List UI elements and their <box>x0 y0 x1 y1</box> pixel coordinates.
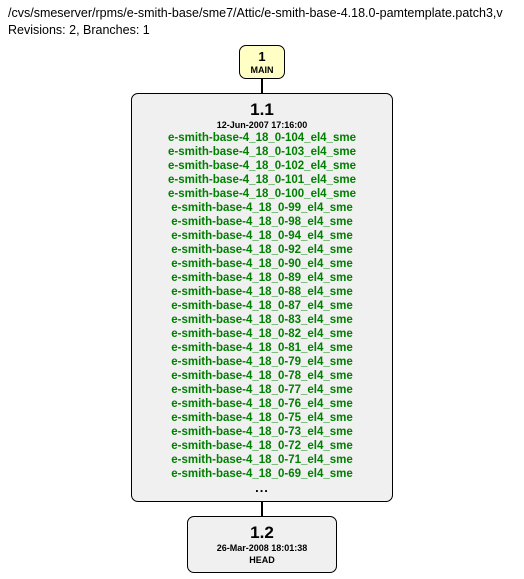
revision-date: 12-Jun-2007 17:16:00 <box>142 120 382 131</box>
revision-1.1-node[interactable]: 1.1 12-Jun-2007 17:16:00 e-smith-base-4_… <box>131 93 393 502</box>
revision-tag: e-smith-base-4_18_0-81_el4_sme <box>142 341 382 355</box>
revision-version: 1.1 <box>142 101 382 119</box>
revision-tag: e-smith-base-4_18_0-72_el4_sme <box>142 439 382 453</box>
revision-tag: e-smith-base-4_18_0-102_el4_sme <box>142 159 382 173</box>
revision-tag: e-smith-base-4_18_0-75_el4_sme <box>142 411 382 425</box>
branch-number: 1 <box>240 50 284 64</box>
branch-label: MAIN <box>240 65 284 75</box>
revision-tag: e-smith-base-4_18_0-73_el4_sme <box>142 425 382 439</box>
file-path: /cvs/smeserver/rpms/e-smith-base/sme7/At… <box>8 6 516 20</box>
connector-line <box>261 79 263 93</box>
revision-version: 1.2 <box>198 524 326 542</box>
revision-tag: e-smith-base-4_18_0-83_el4_sme <box>142 313 382 327</box>
revision-tag: e-smith-base-4_18_0-98_el4_sme <box>142 215 382 229</box>
revision-tag: e-smith-base-4_18_0-92_el4_sme <box>142 243 382 257</box>
revision-1.2-node[interactable]: 1.2 26-Mar-2008 18:01:38 HEAD <box>187 516 337 573</box>
revision-tag: e-smith-base-4_18_0-94_el4_sme <box>142 229 382 243</box>
revision-tag: e-smith-base-4_18_0-77_el4_sme <box>142 383 382 397</box>
revision-tag: e-smith-base-4_18_0-90_el4_sme <box>142 257 382 271</box>
tags-ellipsis: ... <box>142 481 382 495</box>
revision-tag: e-smith-base-4_18_0-69_el4_sme <box>142 467 382 481</box>
revision-tag: e-smith-base-4_18_0-82_el4_sme <box>142 327 382 341</box>
revision-tag: e-smith-base-4_18_0-88_el4_sme <box>142 285 382 299</box>
revision-tag: e-smith-base-4_18_0-103_el4_sme <box>142 145 382 159</box>
revision-tag: e-smith-base-4_18_0-100_el4_sme <box>142 187 382 201</box>
revision-tag: e-smith-base-4_18_0-76_el4_sme <box>142 397 382 411</box>
revision-tag: e-smith-base-4_18_0-79_el4_sme <box>142 355 382 369</box>
revision-date: 26-Mar-2008 18:01:38 <box>198 543 326 554</box>
revision-tag: e-smith-base-4_18_0-71_el4_sme <box>142 453 382 467</box>
revision-tag: e-smith-base-4_18_0-101_el4_sme <box>142 173 382 187</box>
revision-tag: e-smith-base-4_18_0-87_el4_sme <box>142 299 382 313</box>
revision-tag: e-smith-base-4_18_0-78_el4_sme <box>142 369 382 383</box>
revisions-info: Revisions: 2, Branches: 1 <box>8 23 516 37</box>
revision-tag: e-smith-base-4_18_0-89_el4_sme <box>142 271 382 285</box>
head-label: HEAD <box>198 555 326 566</box>
revision-graph: 1 MAIN 1.1 12-Jun-2007 17:16:00 e-smith-… <box>8 45 516 573</box>
connector-line <box>261 502 263 516</box>
branch-main-node[interactable]: 1 MAIN <box>239 45 285 79</box>
revision-tag: e-smith-base-4_18_0-104_el4_sme <box>142 131 382 145</box>
revision-tag: e-smith-base-4_18_0-99_el4_sme <box>142 201 382 215</box>
